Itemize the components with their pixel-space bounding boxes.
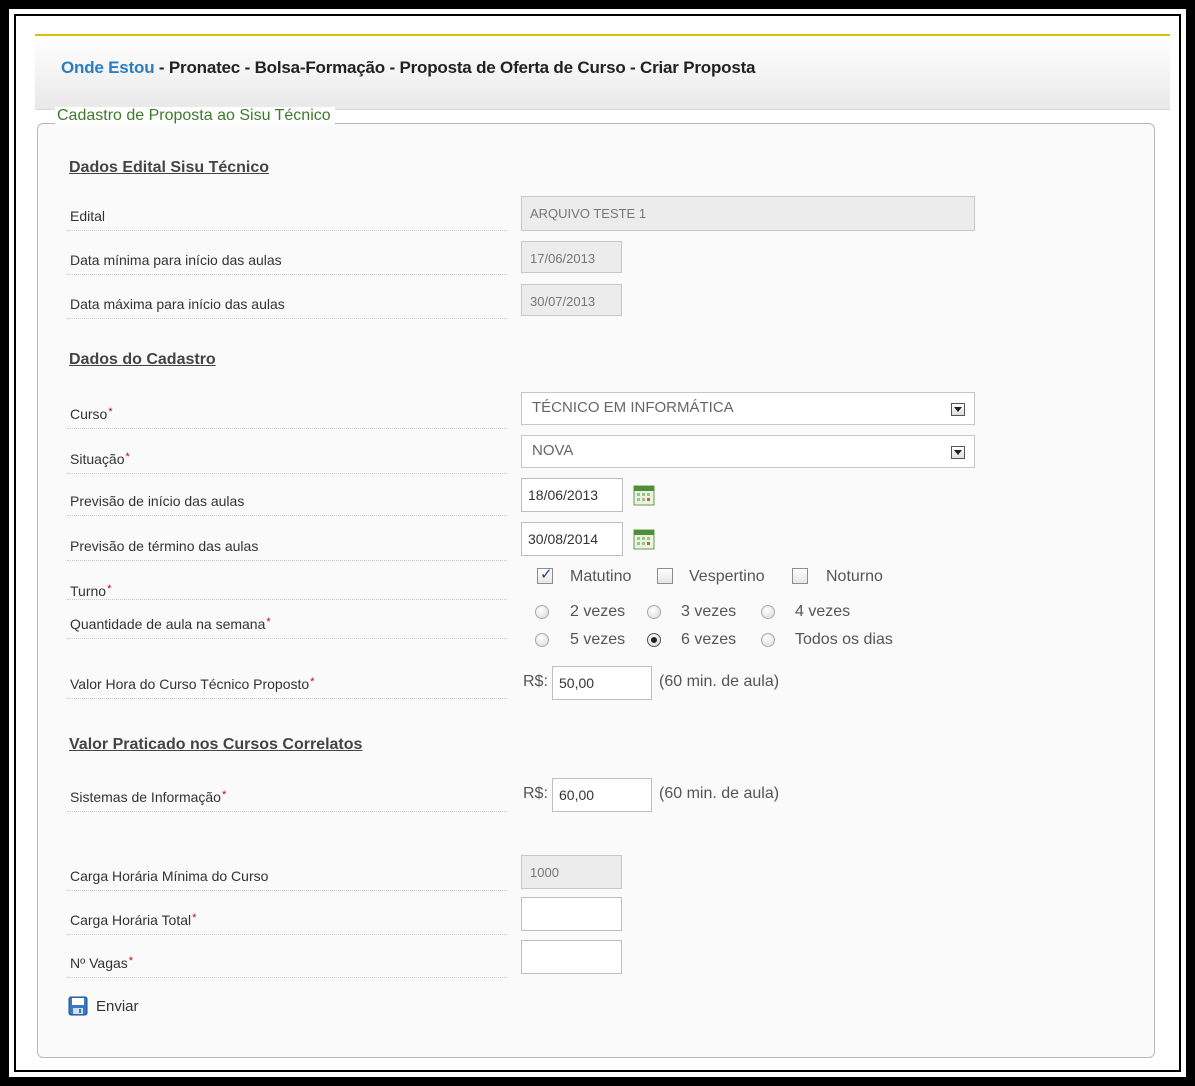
divider (67, 638, 507, 639)
page: Onde Estou - Pronatec - Bolsa-Formação -… (25, 25, 1170, 1061)
quantidade-2-radio[interactable] (535, 605, 549, 619)
chevron-down-icon[interactable] (951, 446, 965, 459)
section-title-edital: Dados Edital Sisu Técnico (69, 159, 270, 176)
data-maxima-field: 30/07/2013 (521, 284, 622, 316)
required-mark: * (108, 406, 113, 418)
label-sistemas-text: Sistemas de Informação (70, 789, 221, 805)
submit-button[interactable]: Enviar (96, 998, 139, 1015)
breadcrumb-here[interactable]: Onde Estou (61, 58, 155, 77)
data-minima-field: 17/06/2013 (521, 241, 622, 273)
calendar-icon[interactable] (633, 484, 655, 506)
label-vagas-text: Nº Vagas (70, 955, 128, 971)
label-carga-total-text: Carga Horária Total (70, 912, 192, 928)
divider (67, 318, 507, 319)
sistemas-unit: (60 min. de aula) (659, 785, 780, 802)
previsao-inicio-input[interactable]: 18/06/2013 (521, 478, 623, 512)
label-edital: Edital (70, 208, 106, 224)
label-data-minima: Data mínima para início das aulas (70, 252, 282, 268)
vagas-input[interactable] (521, 940, 622, 974)
chevron-down-icon[interactable] (951, 403, 965, 416)
label-data-maxima: Data máxima para início das aulas (70, 296, 285, 312)
label-carga-minima: Carga Horária Mínima do Curso (70, 868, 269, 884)
label-vagas: Nº Vagas* (70, 955, 133, 971)
required-mark: * (310, 676, 315, 688)
label-turno: Turno* (70, 583, 111, 599)
divider (67, 811, 507, 812)
required-mark: * (128, 955, 134, 967)
save-icon[interactable] (68, 996, 88, 1016)
quantidade-6-label: 6 vezes (681, 631, 737, 648)
required-mark: * (125, 451, 130, 463)
label-curso-text: Curso (70, 406, 108, 422)
section-title-correlatos: Valor Praticado nos Cursos Correlatos (69, 736, 363, 753)
turno-matutino-label: Matutino (570, 568, 632, 585)
label-quantidade: Quantidade de aula na semana* (70, 616, 271, 632)
situacao-select[interactable]: NOVA (521, 435, 975, 468)
label-sistemas: Sistemas de Informação* (70, 789, 226, 805)
divider (67, 599, 507, 600)
divider (67, 934, 507, 935)
turno-noturno-label: Noturno (826, 568, 883, 585)
divider (67, 977, 507, 978)
required-mark: * (107, 583, 112, 595)
curso-select[interactable]: TÉCNICO EM INFORMÁTICA (521, 392, 975, 425)
valor-hora-input[interactable]: 50,00 (552, 666, 652, 700)
edital-field: ARQUIVO TESTE 1 (521, 196, 975, 231)
quantidade-4-radio[interactable] (761, 605, 775, 619)
sistemas-input[interactable]: 60,00 (552, 778, 652, 812)
label-quantidade-text: Quantidade de aula na semana (70, 616, 266, 632)
carga-minima-field: 1000 (521, 855, 622, 889)
quantidade-3-radio[interactable] (647, 605, 661, 619)
breadcrumb-header: Onde Estou - Pronatec - Bolsa-Formação -… (35, 36, 1170, 110)
situacao-select-value: NOVA (532, 442, 574, 459)
required-mark: * (266, 616, 271, 628)
quantidade-todos-label: Todos os dias (795, 631, 893, 648)
divider (67, 274, 507, 275)
carga-total-input[interactable] (521, 897, 622, 931)
turno-vespertino-checkbox[interactable] (657, 568, 673, 584)
label-turno-text: Turno (70, 583, 107, 599)
label-previsao-termino: Previsão de término das aulas (70, 538, 259, 554)
valor-hora-unit: (60 min. de aula) (659, 673, 780, 690)
required-mark: * (221, 789, 227, 801)
label-situacao-text: Situação (70, 451, 125, 467)
form-legend: Cadastro de Proposta ao Sisu Técnico (55, 107, 335, 125)
turno-noturno-checkbox[interactable] (792, 568, 808, 584)
quantidade-4-label: 4 vezes (795, 603, 851, 620)
label-carga-total: Carga Horária Total* (70, 912, 196, 928)
label-valor-hora-text: Valor Hora do Curso Técnico Proposto (70, 676, 310, 692)
required-mark: * (192, 912, 197, 924)
divider (67, 698, 507, 699)
label-previsao-inicio: Previsão de início das aulas (70, 493, 245, 509)
label-situacao: Situação* (70, 451, 130, 467)
quantidade-2-label: 2 vezes (570, 603, 626, 620)
breadcrumb: Onde Estou - Pronatec - Bolsa-Formação -… (61, 58, 756, 78)
turno-matutino-checkbox[interactable] (537, 565, 553, 584)
divider (67, 473, 507, 474)
divider (67, 230, 507, 231)
turno-vespertino-label: Vespertino (689, 568, 765, 585)
divider (67, 515, 507, 516)
previsao-termino-input[interactable]: 30/08/2014 (521, 522, 623, 556)
quantidade-3-label: 3 vezes (681, 603, 737, 620)
quantidade-5-radio[interactable] (535, 633, 549, 647)
valor-hora-currency: R$: (523, 673, 548, 690)
calendar-icon[interactable] (633, 528, 655, 550)
breadcrumb-path: - Pronatec - Bolsa-Formação - Proposta d… (154, 58, 756, 77)
divider (67, 890, 507, 891)
quantidade-6-radio[interactable] (647, 633, 661, 647)
sistemas-currency: R$: (523, 785, 548, 802)
quantidade-todos-radio[interactable] (761, 633, 775, 647)
label-curso: Curso* (70, 406, 113, 422)
divider (67, 428, 507, 429)
curso-select-value: TÉCNICO EM INFORMÁTICA (532, 399, 734, 416)
section-title-cadastro: Dados do Cadastro (69, 351, 216, 368)
label-valor-hora: Valor Hora do Curso Técnico Proposto* (70, 676, 314, 692)
quantidade-5-label: 5 vezes (570, 631, 626, 648)
divider (67, 560, 507, 561)
